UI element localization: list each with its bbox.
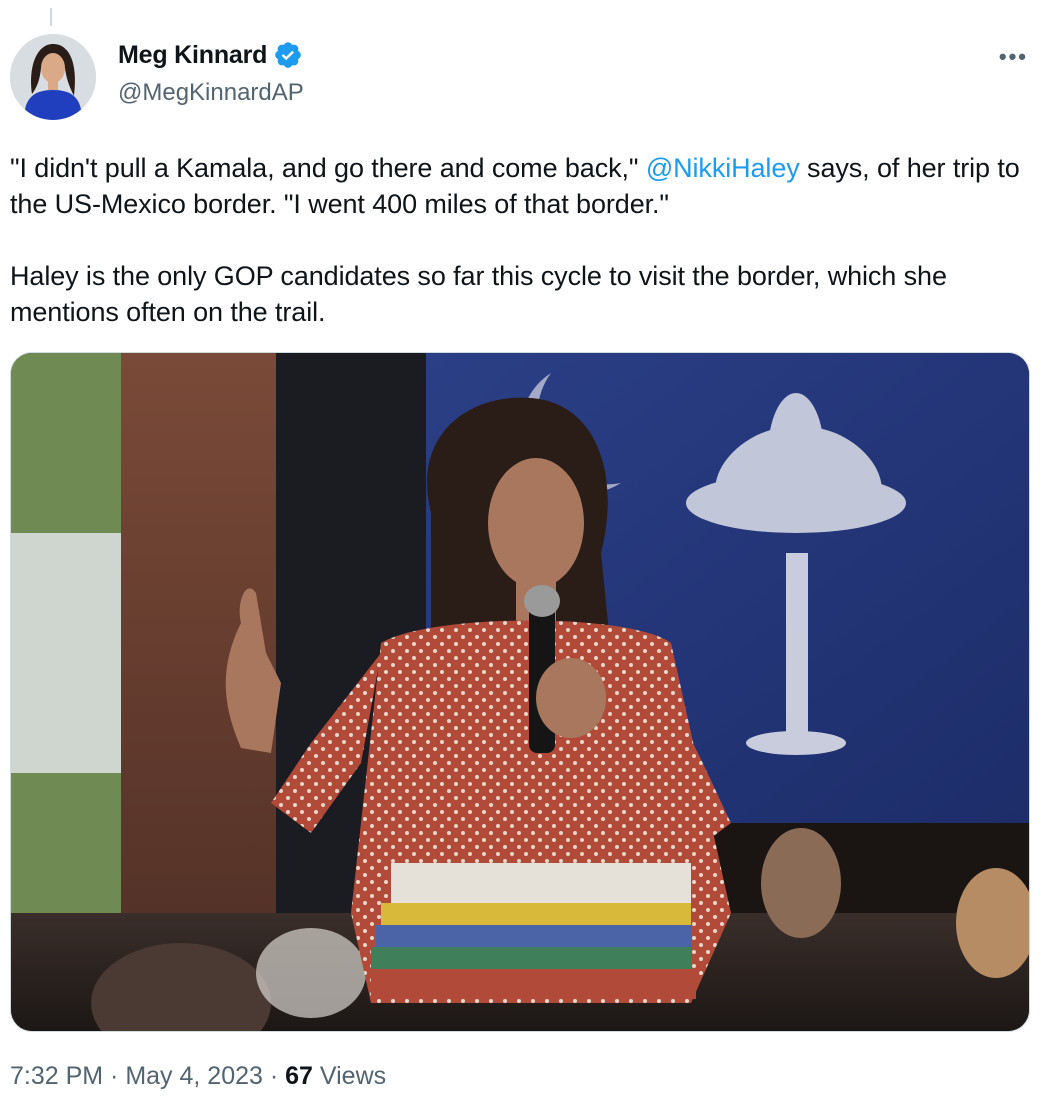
quote-text: "I didn't pull a Kamala, and go there an… (10, 153, 646, 183)
tweet-date[interactable]: May 4, 2023 (125, 1062, 263, 1090)
tweet-photo[interactable] (10, 352, 1030, 1032)
thread-connector-line (50, 8, 52, 26)
avatar[interactable] (10, 34, 96, 120)
avatar-image (10, 34, 96, 120)
views-label[interactable]: Views (313, 1062, 386, 1090)
author-display-name[interactable]: Meg Kinnard (118, 41, 267, 70)
tweet-paragraph-2: Haley is the only GOP candidates so far … (10, 261, 947, 327)
mention-link[interactable]: @NikkiHaley (646, 153, 800, 183)
author-handle[interactable]: @MegKinnardAP (118, 79, 304, 107)
meta-separator: · (103, 1062, 126, 1090)
tweet-time[interactable]: 7:32 PM (10, 1062, 103, 1090)
views-count[interactable]: 67 (285, 1062, 313, 1090)
tweet-text: "I didn't pull a Kamala, and go there an… (10, 150, 1030, 330)
tweet-metadata: 7:32 PM · May 4, 2023 · 67 Views (10, 1062, 386, 1091)
more-options-icon[interactable]: ••• (999, 44, 1028, 70)
author-name-row[interactable]: Meg Kinnard (118, 40, 303, 70)
photo-image (11, 353, 1029, 1031)
tweet-paragraph-1: "I didn't pull a Kamala, and go there an… (10, 150, 1030, 222)
verified-badge-icon (275, 42, 302, 68)
meta-separator: · (262, 1062, 286, 1090)
